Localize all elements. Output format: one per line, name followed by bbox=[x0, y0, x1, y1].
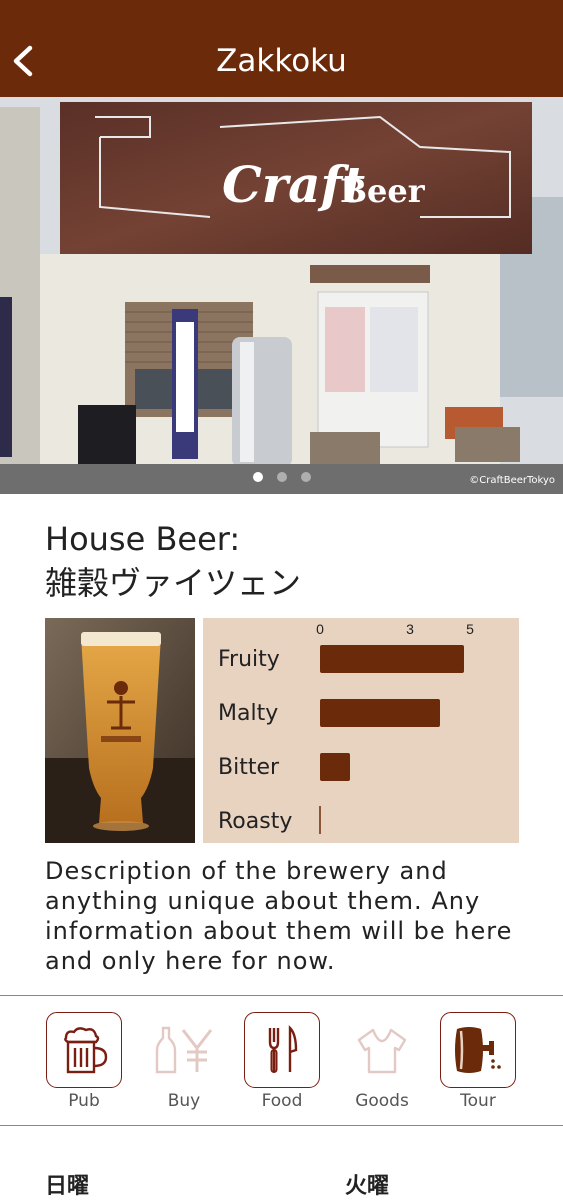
keg-icon bbox=[455, 1027, 501, 1073]
flavor-label-bitter: Bitter bbox=[218, 755, 280, 780]
flavor-profile-chart: 0 3 5 Fruity Malty Bitter Roasty bbox=[203, 618, 519, 843]
flavor-chart-svg: 0 3 5 Fruity Malty Bitter Roasty bbox=[218, 621, 474, 834]
axis-tick-label: 0 bbox=[316, 621, 324, 637]
amenity-buy[interactable]: Buy bbox=[145, 1012, 223, 1111]
hours-day-sunday: 日曜 bbox=[45, 1173, 90, 1198]
amenity-tour[interactable]: Tour bbox=[439, 1012, 517, 1111]
amenity-food-label: Food bbox=[261, 1091, 303, 1111]
flavor-bar-fruity bbox=[320, 645, 464, 673]
flavor-label-fruity: Fruity bbox=[218, 647, 280, 672]
app-header: Zakkoku bbox=[0, 0, 563, 97]
brewery-description: Description of the brewery and anything … bbox=[45, 857, 513, 975]
brewery-photo-carousel[interactable]: Craft Beer ©CraftBeerTokyo bbox=[0, 97, 563, 494]
amenity-pub-label: Pub bbox=[68, 1091, 100, 1111]
flavor-label-roasty: Roasty bbox=[218, 809, 292, 834]
house-beer-heading: House Beer: bbox=[45, 520, 241, 558]
beer-mug-icon bbox=[64, 1027, 108, 1074]
axis-tick-label: 5 bbox=[466, 621, 474, 637]
carousel-dot-3[interactable] bbox=[300, 472, 311, 482]
tshirt-icon bbox=[357, 1028, 407, 1074]
amenity-goods[interactable]: Goods bbox=[343, 1012, 421, 1111]
brewery-storefront-image: Craft Beer bbox=[0, 97, 563, 494]
amenity-tour-label: Tour bbox=[460, 1091, 496, 1111]
amenity-food[interactable]: Food bbox=[243, 1012, 321, 1111]
axis-tick-label: 3 bbox=[406, 621, 414, 637]
bottle-yen-icon bbox=[155, 1026, 213, 1074]
flavor-bar-bitter bbox=[320, 753, 350, 781]
amenity-goods-box bbox=[344, 1012, 420, 1088]
carousel-dot-2[interactable] bbox=[276, 472, 287, 482]
amenity-goods-label: Goods bbox=[355, 1091, 409, 1111]
amenity-buy-label: Buy bbox=[167, 1091, 201, 1111]
beer-name: 雑穀ヴァイツェン bbox=[45, 564, 302, 602]
chevron-left-icon[interactable] bbox=[10, 44, 36, 78]
beer-glass-image bbox=[45, 618, 195, 843]
amenity-pub-box bbox=[46, 1012, 122, 1088]
photo-credit: ©CraftBeerTokyo bbox=[469, 475, 555, 486]
divider bbox=[0, 995, 563, 996]
fork-knife-icon bbox=[268, 1025, 298, 1073]
amenity-pub[interactable]: Pub bbox=[45, 1012, 123, 1111]
amenity-buy-box bbox=[146, 1012, 222, 1088]
amenity-tour-box bbox=[440, 1012, 516, 1088]
divider bbox=[0, 1125, 563, 1126]
flavor-label-malty: Malty bbox=[218, 701, 278, 726]
hours-day-tuesday: 火曜 bbox=[345, 1173, 390, 1198]
amenity-food-box bbox=[244, 1012, 320, 1088]
flavor-bar-malty bbox=[320, 699, 440, 727]
carousel-dot-1[interactable] bbox=[252, 472, 263, 482]
svg-text:Beer: Beer bbox=[340, 172, 426, 210]
page-title: Zakkoku bbox=[216, 42, 347, 79]
